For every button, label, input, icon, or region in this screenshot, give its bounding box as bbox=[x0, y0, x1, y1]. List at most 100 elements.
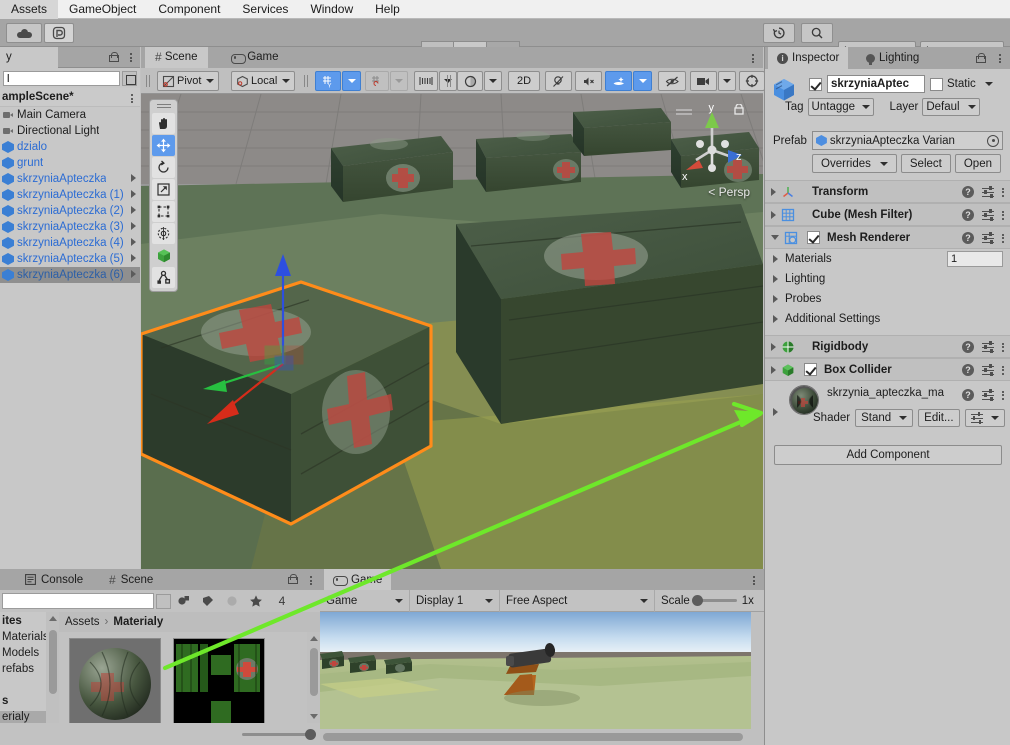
expand-arrow-icon[interactable] bbox=[771, 187, 776, 196]
kebab-icon[interactable] bbox=[752, 54, 754, 63]
game-viewport[interactable] bbox=[320, 612, 751, 729]
component-mesh-filter[interactable]: Cube (Mesh Filter) ? bbox=[765, 203, 1010, 226]
expand-arrow-icon[interactable] bbox=[771, 365, 776, 374]
chevron-down-icon[interactable] bbox=[984, 82, 993, 86]
scroll-up-icon[interactable] bbox=[49, 616, 57, 621]
toolbar-grip[interactable] bbox=[146, 75, 151, 87]
preset-icon[interactable] bbox=[982, 186, 994, 199]
snap-increment-dropdown[interactable] bbox=[390, 71, 408, 91]
breadcrumb-assets[interactable]: Assets bbox=[65, 616, 100, 628]
shader-preset-dropdown[interactable] bbox=[964, 409, 1005, 427]
custom-editor-tool[interactable] bbox=[152, 245, 175, 266]
asset-zoom-slider[interactable] bbox=[242, 728, 316, 740]
toolbar-grip[interactable] bbox=[447, 75, 452, 87]
select-button[interactable]: Select bbox=[900, 154, 951, 173]
project-tree-item-5[interactable]: s bbox=[0, 695, 46, 711]
favorite-icon[interactable] bbox=[245, 592, 267, 610]
section-probes[interactable]: Probes bbox=[765, 289, 1010, 309]
component-rigidbody[interactable]: Rigidbody ? bbox=[765, 335, 1010, 358]
static-checkbox[interactable] bbox=[930, 77, 943, 91]
component-mesh-renderer[interactable]: Mesh Renderer ? bbox=[765, 226, 1010, 249]
scroll-thumb[interactable] bbox=[48, 630, 57, 694]
toggle-2d-button[interactable]: 2D bbox=[508, 71, 540, 91]
scene-camera-button[interactable] bbox=[690, 71, 717, 91]
move-tool[interactable] bbox=[152, 135, 175, 156]
palette-drag-handle[interactable] bbox=[156, 104, 171, 109]
menu-item-assets[interactable]: Assets bbox=[0, 0, 59, 19]
section-lighting[interactable]: Lighting bbox=[765, 269, 1010, 289]
kebab-icon[interactable] bbox=[999, 54, 1001, 63]
project-tree-item-0[interactable]: ites bbox=[0, 615, 46, 631]
scene-view-gizmo[interactable]: y x z bbox=[674, 102, 750, 196]
object-picker-icon[interactable] bbox=[987, 134, 999, 147]
gameobject-active-checkbox[interactable] bbox=[809, 77, 822, 91]
tab-game-scene[interactable]: Game bbox=[221, 47, 289, 68]
hierarchy-item-5[interactable]: skrzyniaApteczka (1) bbox=[0, 187, 140, 203]
kebab-icon[interactable] bbox=[1002, 210, 1004, 220]
shader-dropdown[interactable]: Stand bbox=[855, 409, 914, 427]
help-icon[interactable]: ? bbox=[962, 364, 974, 376]
joint-tool[interactable] bbox=[152, 267, 175, 288]
add-component-button[interactable]: Add Component bbox=[774, 445, 1002, 465]
preset-icon[interactable] bbox=[982, 232, 994, 245]
hierarchy-item-2[interactable]: dzialo bbox=[0, 139, 140, 155]
section-materials[interactable]: Materials 1 bbox=[765, 249, 1010, 269]
hierarchy-item-0[interactable]: Main Camera bbox=[0, 107, 140, 123]
search-icon[interactable] bbox=[801, 23, 833, 43]
hierarchy-item-9[interactable]: skrzyniaApteczka (5) bbox=[0, 251, 140, 267]
kebab-icon[interactable] bbox=[753, 576, 755, 585]
preset-icon[interactable] bbox=[982, 389, 994, 402]
tab-lighting[interactable]: Lighting bbox=[857, 47, 928, 69]
grid-snap-toggle[interactable]: Y bbox=[315, 71, 341, 91]
scroll-thumb[interactable] bbox=[323, 733, 743, 741]
pivot-dropdown[interactable]: Pivot bbox=[157, 71, 220, 91]
chevron-right-icon[interactable] bbox=[131, 190, 136, 198]
expand-arrow-icon[interactable] bbox=[771, 342, 776, 351]
label-filter-icon[interactable] bbox=[197, 592, 219, 610]
kebab-icon[interactable] bbox=[1002, 342, 1004, 352]
shader-edit-button[interactable]: Edit... bbox=[918, 409, 960, 427]
gizmos-button[interactable] bbox=[739, 71, 765, 91]
aspect-dropdown[interactable]: Free Aspect bbox=[500, 589, 655, 612]
layer-dropdown[interactable]: Defaul bbox=[922, 98, 981, 116]
toolbar-grip[interactable] bbox=[304, 75, 309, 87]
chevron-right-icon[interactable] bbox=[131, 222, 136, 230]
game-scrollbar-horizontal[interactable] bbox=[320, 729, 764, 745]
tab-inspector[interactable]: i Inspector bbox=[768, 47, 849, 69]
kebab-icon[interactable] bbox=[1002, 187, 1004, 197]
asset-item-material[interactable] bbox=[69, 638, 161, 730]
scroll-up-icon[interactable] bbox=[310, 636, 318, 641]
hierarchy-item-6[interactable]: skrzyniaApteczka (2) bbox=[0, 203, 140, 219]
chevron-right-icon[interactable] bbox=[131, 206, 136, 214]
cloud-icon[interactable] bbox=[6, 23, 42, 43]
kebab-icon[interactable] bbox=[1002, 390, 1004, 400]
section-additional-settings[interactable]: Additional Settings bbox=[765, 309, 1010, 329]
tab-game[interactable]: Game bbox=[324, 569, 392, 590]
slider-knob[interactable] bbox=[691, 595, 703, 606]
component-box-collider[interactable]: Box Collider ? bbox=[765, 358, 1010, 381]
scale-tool[interactable] bbox=[152, 179, 175, 200]
kebab-icon[interactable] bbox=[1002, 233, 1004, 243]
preset-icon[interactable] bbox=[982, 364, 994, 377]
recent-badge[interactable]: 4 bbox=[269, 592, 295, 610]
tab-hierarchy[interactable]: y bbox=[0, 47, 58, 68]
menu-item-component[interactable]: Component bbox=[147, 0, 231, 19]
hierarchy-search-options-icon[interactable] bbox=[122, 71, 137, 86]
project-tree-item-3[interactable]: refabs bbox=[0, 663, 46, 679]
scene-camera-dropdown[interactable] bbox=[718, 71, 736, 91]
collab-icon[interactable] bbox=[44, 23, 74, 43]
scene-fx-toggle[interactable] bbox=[605, 71, 632, 91]
chevron-right-icon[interactable] bbox=[131, 254, 136, 262]
scroll-down-icon[interactable] bbox=[310, 714, 318, 719]
lock-icon[interactable] bbox=[109, 52, 119, 62]
scene-viewport[interactable]: y x z < Persp bbox=[141, 94, 763, 569]
shading-mode-dropdown[interactable] bbox=[484, 71, 502, 91]
project-tree-item-2[interactable]: Models bbox=[0, 647, 46, 663]
hierarchy-item-8[interactable]: skrzyniaApteczka (4) bbox=[0, 235, 140, 251]
prefab-field[interactable]: skrzyniaApteczka Varian bbox=[811, 131, 1003, 150]
expand-arrow-icon[interactable] bbox=[773, 408, 778, 416]
scene-filter-icon[interactable] bbox=[221, 592, 243, 610]
rotate-tool[interactable] bbox=[152, 157, 175, 178]
tab-console[interactable]: Console bbox=[16, 569, 92, 590]
collapse-arrow-icon[interactable] bbox=[771, 235, 779, 240]
